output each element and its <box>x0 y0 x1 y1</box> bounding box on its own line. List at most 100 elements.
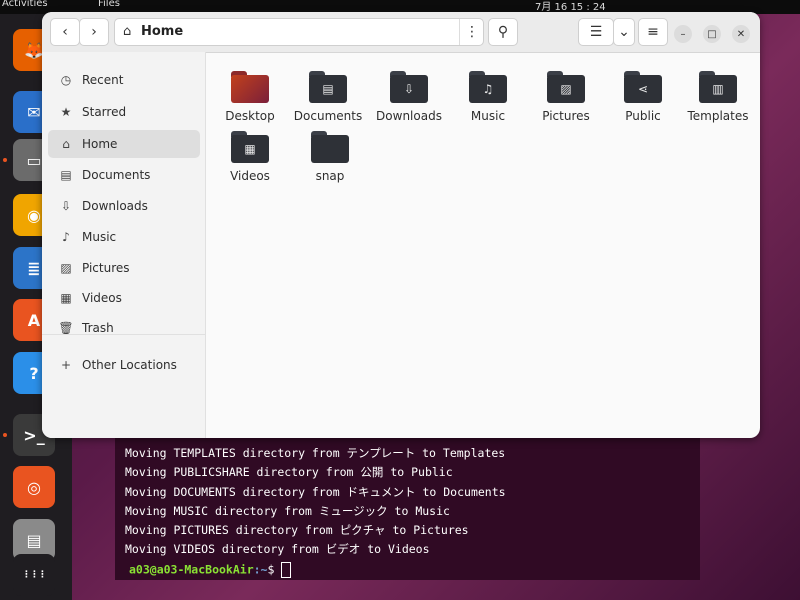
back-button[interactable]: ‹ <box>50 18 80 46</box>
sidebar-item-pictures[interactable]: ▨ Pictures <box>48 254 200 282</box>
firefox-icon: 🦊 <box>24 40 44 60</box>
chevron-right-icon: › <box>91 24 97 40</box>
view-options-button[interactable]: ⌄ <box>613 18 635 46</box>
sidebar-item-label: Recent <box>82 73 124 87</box>
sidebar-item-label: Music <box>82 230 117 244</box>
main-menu-button[interactable]: ≡ <box>638 18 668 46</box>
sidebar-item-home[interactable]: ⌂ Home <box>48 130 200 158</box>
music-emblem-icon: ♫ <box>482 82 494 96</box>
folder-documents[interactable]: ▤ Documents <box>287 71 369 123</box>
terminal-line: Moving VIDEOS directory from ビデオ to Vide… <box>125 542 430 557</box>
close-icon: ✕ <box>736 28 746 40</box>
thunderbird-icon: ✉ <box>27 102 41 122</box>
folder-label: Public <box>625 109 661 123</box>
path-title[interactable]: Home <box>141 24 183 39</box>
folder-body: ♫ <box>469 75 507 103</box>
path-menu-button[interactable]: ⋮ <box>459 19 484 45</box>
dock-show-apps-button[interactable]: ⋮⋮⋮ <box>13 554 55 596</box>
sidebar-item-label: Starred <box>82 105 127 119</box>
sidebar-item-documents[interactable]: ▤ Documents <box>48 161 200 189</box>
folder-icon: ⇩ <box>390 71 428 103</box>
folder-label: Documents <box>293 109 363 123</box>
sidebar-item-downloads[interactable]: ⇩ Downloads <box>48 192 200 220</box>
disk-icon: ▤ <box>26 530 42 550</box>
running-indicator <box>3 433 7 437</box>
folder-label: Desktop <box>225 109 275 123</box>
star-icon: ★ <box>60 105 72 119</box>
close-button[interactable]: ✕ <box>732 25 750 43</box>
sidebar-item-label: Pictures <box>82 261 130 275</box>
terminal-prompt[interactable]: a03@a03-MacBookAir:~$ <box>129 562 292 578</box>
activities-button[interactable]: Activities <box>2 0 48 9</box>
folder-body: ▨ <box>547 75 585 103</box>
sidebar-item-label: Trash <box>82 321 114 335</box>
folder-label: Music <box>470 109 506 123</box>
minimize-button[interactable]: – <box>674 25 692 43</box>
sidebar-separator <box>42 334 205 335</box>
sidebar-item-music[interactable]: ♪ Music <box>48 223 200 251</box>
sidebar-item-starred[interactable]: ★ Starred <box>48 98 200 126</box>
dock-ubuntu-button[interactable]: ◎ <box>13 466 55 508</box>
folder-desktop[interactable]: Desktop <box>209 71 291 123</box>
folder-body <box>231 75 269 103</box>
prompt-user: a03@a03-MacBookAir <box>129 562 254 577</box>
folder-icon: ▤ <box>309 71 347 103</box>
terminal-line: Moving TEMPLATES directory from テンプレート t… <box>125 446 506 460</box>
path-bar[interactable]: ⌂ Home ⋮ <box>114 18 484 46</box>
forward-button[interactable]: › <box>79 18 109 46</box>
prompt-symbol: $ <box>267 562 282 577</box>
sidebar-item-recent[interactable]: ◷ Recent <box>48 66 200 94</box>
folder-icon: ▦ <box>231 131 269 163</box>
sidebar-item-label: Documents <box>82 168 151 182</box>
document-icon: ▤ <box>60 168 72 182</box>
sidebar-item-videos[interactable]: ▦ Videos <box>48 284 200 312</box>
writer-icon: ≣ <box>27 258 41 278</box>
home-icon: ⌂ <box>62 137 70 151</box>
folder-snap[interactable]: snap <box>289 131 371 183</box>
picture-icon: ▨ <box>60 261 72 275</box>
terminal-line: Moving PICTURES directory from ピクチャ to P… <box>125 523 469 538</box>
folder-body: ▥ <box>699 75 737 103</box>
list-view-icon: ☰ <box>589 24 603 40</box>
folder-label: snap <box>315 169 345 183</box>
sidebar-item-label: Home <box>82 137 118 151</box>
folder-icon <box>311 131 349 163</box>
folder-icon: ▥ <box>699 71 737 103</box>
folder-icon: ⋖ <box>624 71 662 103</box>
download-icon: ⇩ <box>60 199 72 213</box>
folder-label: Templates <box>687 109 749 123</box>
terminal-line: Moving MUSIC directory from ミュージック to Mu… <box>125 503 450 518</box>
folder-public[interactable]: ⋖ Public <box>602 71 684 123</box>
folder-pictures[interactable]: ▨ Pictures <box>525 71 607 123</box>
files-app-menu[interactable]: Files <box>98 0 120 9</box>
music-icon: ♪ <box>62 230 70 244</box>
folder-music[interactable]: ♫ Music <box>447 71 529 123</box>
app-center-icon: A <box>27 310 41 330</box>
folder-downloads[interactable]: ⇩ Downloads <box>368 71 450 123</box>
search-button[interactable]: ⚲ <box>488 18 518 46</box>
folder-body: ▤ <box>309 75 347 103</box>
sidebar-item-trash[interactable]: 🗑 Trash <box>48 314 200 342</box>
home-icon: ⌂ <box>123 24 132 39</box>
sidebar-item-label: Other Locations <box>82 358 177 372</box>
public-emblem-icon: ⋖ <box>637 82 649 96</box>
terminal-window[interactable]: Moving TEMPLATES directory from テンプレート t… <box>115 438 700 580</box>
folder-videos[interactable]: ▦ Videos <box>209 131 291 183</box>
downloads-emblem-icon: ⇩ <box>403 82 415 96</box>
folder-body: ⋖ <box>624 75 662 103</box>
terminal-line: Moving PUBLICSHARE directory from 公開 to … <box>125 465 453 480</box>
maximize-button[interactable]: □ <box>703 25 721 43</box>
folder-templates[interactable]: ▥ Templates <box>677 71 759 123</box>
terminal-output: Moving TEMPLATES directory from テンプレート t… <box>125 444 506 560</box>
chevron-down-icon: ⌄ <box>618 24 630 40</box>
terminal-line: Moving DOCUMENTS directory from ドキュメント t… <box>125 484 506 499</box>
running-indicator <box>3 158 7 162</box>
view-list-button[interactable]: ☰ <box>578 18 614 46</box>
show-apps-icon: ⋮⋮⋮ <box>22 570 47 580</box>
prompt-path: :~ <box>253 562 268 577</box>
folder-label: Downloads <box>376 109 442 123</box>
documents-emblem-icon: ▤ <box>322 82 334 96</box>
maximize-icon: □ <box>707 28 717 40</box>
sidebar-item-other-locations[interactable]: + Other Locations <box>48 351 200 379</box>
files-window: ‹ › ⌂ Home ⋮ ⚲ ☰ ⌄ ≡ – □ ✕ ◷ Recent ★ Starr… <box>42 12 760 438</box>
